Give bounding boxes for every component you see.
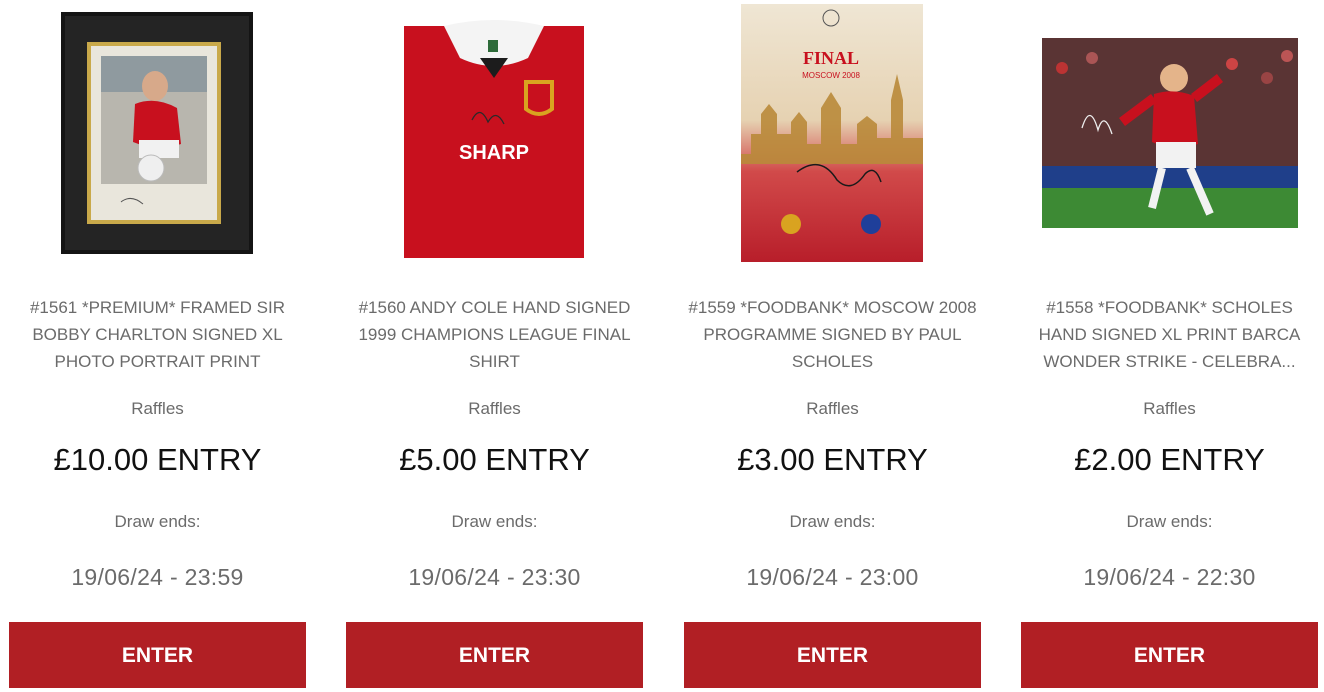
product-card: #1561 *PREMIUM* FRAMED SIR BOBBY CHARLTO…	[9, 0, 306, 692]
enter-button[interactable]: ENTER	[9, 622, 306, 688]
product-price: £10.00 ENTRY	[53, 442, 262, 477]
product-category: Raffles	[468, 399, 521, 418]
draw-end-date: 19/06/24 - 23:00	[746, 564, 919, 590]
product-card: FINAL MOSCOW 2008 #1559 *FOODBANK* MOSCO…	[684, 0, 981, 692]
enter-button[interactable]: ENTER	[684, 622, 981, 688]
draw-ends-label: Draw ends:	[1126, 512, 1213, 531]
product-title[interactable]: #1561 *PREMIUM* FRAMED SIR BOBBY CHARLTO…	[9, 294, 306, 375]
product-grid: #1561 *PREMIUM* FRAMED SIR BOBBY CHARLTO…	[0, 0, 1324, 692]
product-title[interactable]: #1560 ANDY COLE HAND SIGNED 1999 CHAMPIO…	[346, 294, 643, 375]
product-image[interactable]	[1021, 0, 1318, 270]
draw-end-date: 19/06/24 - 22:30	[1083, 564, 1256, 590]
product-category: Raffles	[1143, 399, 1196, 418]
programme-title-text: FINAL	[803, 48, 859, 68]
draw-ends-label: Draw ends:	[114, 512, 201, 531]
product-title[interactable]: #1559 *FOODBANK* MOSCOW 2008 PROGRAMME S…	[684, 294, 981, 375]
draw-end-date: 19/06/24 - 23:30	[408, 564, 581, 590]
product-category: Raffles	[806, 399, 859, 418]
celebration-photo-icon	[1042, 38, 1298, 228]
shirt-sponsor-text: SHARP	[459, 142, 529, 164]
enter-button[interactable]: ENTER	[1021, 622, 1318, 688]
football-shirt-icon: SHARP	[404, 20, 584, 258]
product-price: £5.00 ENTRY	[399, 442, 590, 477]
draw-end-date: 19/06/24 - 23:59	[71, 564, 244, 590]
product-image[interactable]	[9, 0, 306, 270]
product-card: #1558 *FOODBANK* SCHOLES HAND SIGNED XL …	[1021, 0, 1318, 692]
enter-button[interactable]: ENTER	[346, 622, 643, 688]
programme-subtitle-text: MOSCOW 2008	[802, 71, 860, 80]
product-price: £3.00 ENTRY	[737, 442, 928, 477]
product-category: Raffles	[131, 399, 184, 418]
product-image[interactable]: FINAL MOSCOW 2008	[684, 0, 981, 270]
product-card: SHARP #1560 ANDY COLE HAND SIGNED 1999 C…	[346, 0, 643, 692]
framed-photo-icon	[61, 12, 253, 254]
draw-ends-label: Draw ends:	[451, 512, 538, 531]
product-title[interactable]: #1558 *FOODBANK* SCHOLES HAND SIGNED XL …	[1021, 294, 1318, 375]
match-programme-icon: FINAL MOSCOW 2008	[741, 4, 923, 262]
product-price: £2.00 ENTRY	[1074, 442, 1265, 477]
draw-ends-label: Draw ends:	[789, 512, 876, 531]
product-image[interactable]: SHARP	[346, 0, 643, 270]
